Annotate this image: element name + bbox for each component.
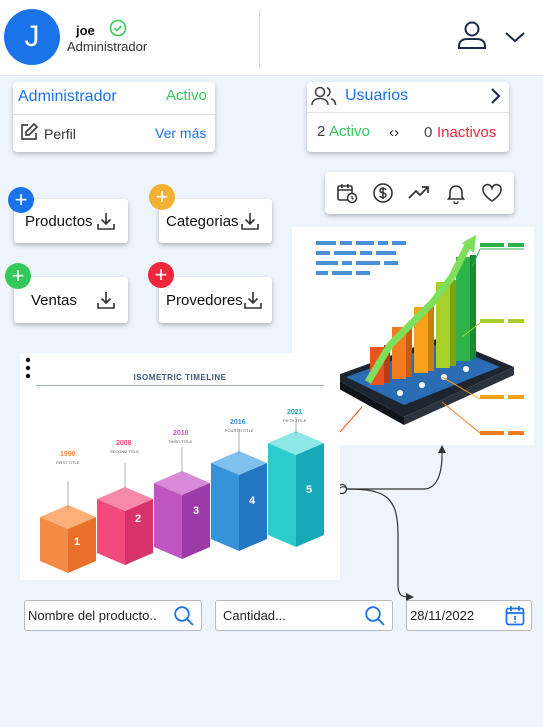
timeline-step-number-2: 2 bbox=[135, 513, 142, 525]
card-divider bbox=[307, 112, 509, 113]
suppliers-button[interactable]: Provedores bbox=[159, 277, 272, 323]
calendar-icon[interactable] bbox=[505, 605, 525, 627]
active-count: 2 bbox=[317, 123, 326, 140]
timeline-year-2: 2008 bbox=[116, 440, 132, 447]
header-divider bbox=[259, 10, 260, 68]
download-icon[interactable] bbox=[96, 211, 116, 231]
timeline-step-number-4: 4 bbox=[249, 495, 256, 507]
add-supplier-icon[interactable]: + bbox=[148, 262, 174, 288]
date-value: 28/11/2022 bbox=[410, 608, 475, 623]
users-group-icon bbox=[311, 85, 337, 107]
add-category-icon[interactable]: + bbox=[149, 184, 175, 210]
avatar[interactable]: J bbox=[4, 9, 60, 65]
inactive-count: 0 bbox=[424, 124, 433, 141]
timeline-caption-1: FIRST TITLE bbox=[56, 460, 80, 465]
heart-icon[interactable] bbox=[481, 183, 503, 203]
verified-check-icon bbox=[109, 19, 127, 37]
user-role: Administrador bbox=[67, 39, 148, 54]
download-icon[interactable] bbox=[243, 290, 263, 310]
connector-lines bbox=[336, 445, 543, 605]
quick-toolbar bbox=[325, 172, 514, 214]
timeline-year-4: 2016 bbox=[230, 419, 246, 426]
timeline-caption-3: THIRD TITLE bbox=[168, 439, 193, 444]
user-icon[interactable] bbox=[456, 20, 488, 50]
see-more-link[interactable]: Ver más bbox=[155, 125, 206, 141]
timeline-infographic: ISOMETRIC TIMELINE 1990 FIRST TITLE 2008… bbox=[20, 353, 340, 580]
timeline-year-1: 1990 bbox=[60, 451, 76, 458]
calendar-clock-icon[interactable] bbox=[336, 182, 358, 204]
user-name: joe bbox=[76, 23, 95, 38]
card-divider bbox=[13, 114, 215, 115]
search-icon[interactable] bbox=[364, 605, 386, 627]
trending-up-icon[interactable] bbox=[407, 183, 431, 203]
suppliers-label: Provedores bbox=[166, 291, 243, 309]
product-search-placeholder: Nombre del producto.. bbox=[28, 608, 157, 623]
timeline-step-number-1: 1 bbox=[74, 536, 81, 548]
avatar-initial: J bbox=[24, 20, 40, 53]
sales-label: Ventas bbox=[31, 291, 77, 309]
users-card: Usuarios 2 Activo ‹› 0 Inactivos bbox=[307, 82, 509, 152]
admin-card-title: Administrador bbox=[18, 88, 117, 105]
profile-link[interactable]: Perfil bbox=[44, 126, 76, 142]
download-icon[interactable] bbox=[240, 211, 260, 231]
admin-status: Activo bbox=[166, 87, 207, 104]
timeline-title: ISOMETRIC TIMELINE bbox=[133, 373, 227, 382]
timeline-caption-5: FIFTH TITLE bbox=[283, 418, 307, 423]
search-icon[interactable] bbox=[173, 605, 195, 627]
timeline-step-number-3: 3 bbox=[193, 505, 200, 517]
edit-icon[interactable] bbox=[19, 122, 39, 142]
users-card-title: Usuarios bbox=[345, 87, 409, 104]
toggle-arrows[interactable]: ‹› bbox=[389, 124, 399, 141]
sales-button[interactable]: Ventas bbox=[14, 277, 128, 323]
timeline-caption-2: SECOND TITLE bbox=[110, 449, 140, 454]
top-header: J joe Administrador bbox=[0, 0, 543, 76]
products-label: Productos bbox=[25, 212, 93, 230]
quantity-placeholder: Cantidad... bbox=[223, 608, 286, 623]
timeline-caption-4: FOURTH TITLE bbox=[225, 428, 254, 433]
download-icon[interactable] bbox=[96, 290, 116, 310]
date-field[interactable]: 28/11/2022 bbox=[406, 600, 532, 631]
timeline-year-3: 2010 bbox=[173, 430, 189, 437]
active-label: Activo bbox=[329, 123, 370, 140]
categories-label: Categorias bbox=[166, 212, 239, 230]
inactive-label: Inactivos bbox=[437, 124, 497, 141]
categories-button[interactable]: Categorias bbox=[159, 199, 272, 243]
dollar-icon[interactable] bbox=[372, 182, 394, 204]
product-search-field[interactable]: Nombre del producto.. bbox=[24, 600, 202, 631]
chevron-right-icon[interactable] bbox=[489, 87, 501, 105]
add-product-icon[interactable]: + bbox=[8, 187, 34, 213]
timeline-step-number-5: 5 bbox=[306, 484, 313, 496]
bell-icon[interactable] bbox=[445, 182, 467, 204]
add-sale-icon[interactable]: + bbox=[5, 263, 31, 289]
admin-card: Administrador Activo Perfil Ver más bbox=[13, 82, 215, 152]
timeline-rule bbox=[36, 385, 324, 386]
quantity-search-field[interactable]: Cantidad... bbox=[215, 600, 393, 631]
chevron-down-icon[interactable] bbox=[504, 30, 526, 44]
timeline-year-5: 2021 bbox=[287, 409, 303, 416]
